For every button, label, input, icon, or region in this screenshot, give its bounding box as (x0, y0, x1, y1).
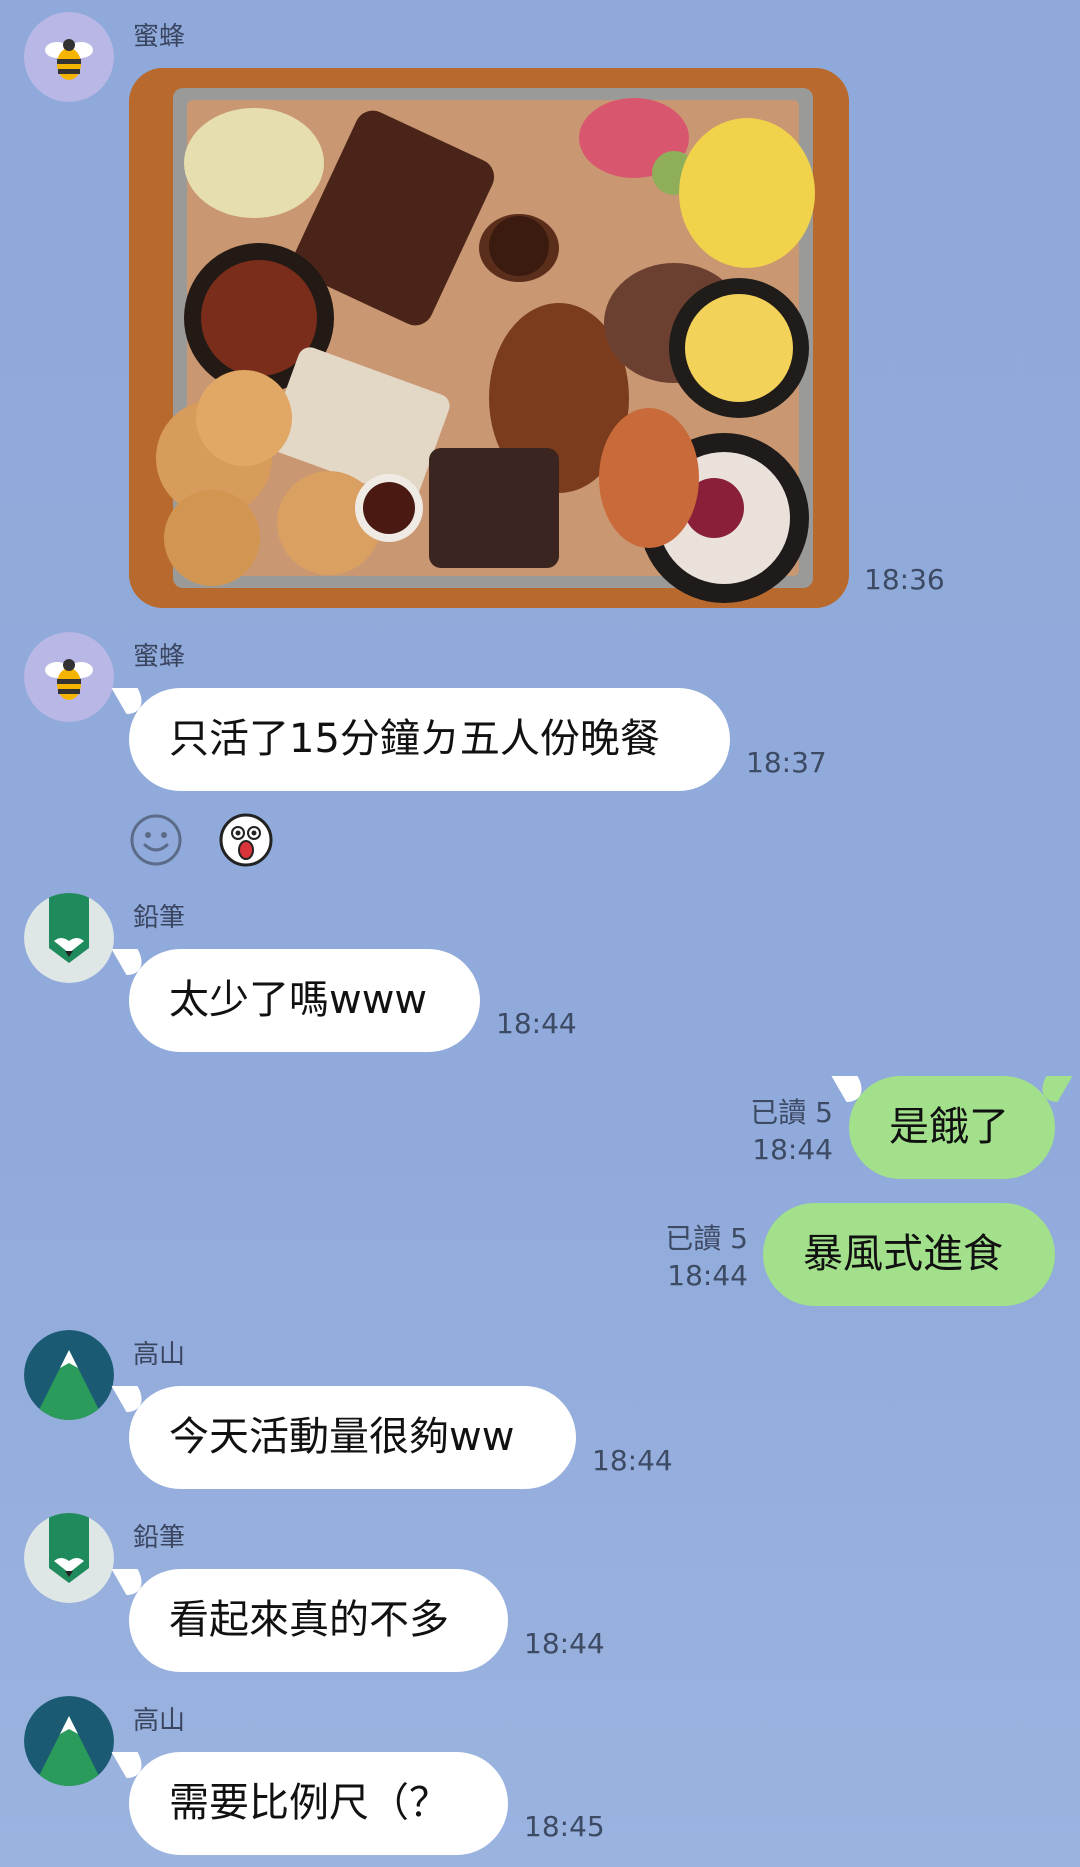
avatar-bee[interactable] (24, 632, 114, 722)
sender-name: 蜜蜂 (133, 22, 186, 52)
sender-name: 高山 (133, 1340, 186, 1370)
message-time: 18:36 (864, 563, 945, 596)
sender-name: 高山 (133, 1706, 186, 1736)
avatar-pencil[interactable] (24, 1513, 114, 1603)
read-status: 已讀 5 18:44 (665, 1220, 748, 1294)
food-photo[interactable] (129, 68, 849, 608)
message-bubble[interactable]: 看起來真的不多 (129, 1569, 508, 1672)
message-text: 看起來真的不多 (169, 1597, 449, 1643)
message-time: 18:44 (524, 1627, 605, 1660)
message-time: 18:37 (746, 746, 827, 779)
smiley-add-icon (130, 814, 182, 866)
message-text: 需要比例尺（？ (169, 1780, 449, 1826)
message-text: 太少了嗎www (169, 977, 428, 1023)
avatar-mountain[interactable] (24, 1696, 114, 1786)
message-text: 暴風式進食 (803, 1231, 1003, 1277)
message-bubble-outgoing[interactable]: 是餓了 (849, 1076, 1055, 1179)
sender-name: 鉛筆 (133, 903, 186, 933)
surprised-face-sticker-icon (219, 813, 273, 867)
pencil-icon (24, 1513, 114, 1603)
reaction-sticker[interactable] (219, 813, 273, 867)
avatar-mountain[interactable] (24, 1330, 114, 1420)
message-time: 18:44 (752, 1133, 833, 1166)
bee-icon (24, 12, 114, 102)
message-bubble[interactable]: 只活了15分鐘ㄉ五人份晚餐 (129, 688, 730, 791)
message-time: 18:44 (667, 1259, 748, 1292)
message-text: 今天活動量很夠ww (169, 1414, 515, 1460)
bee-icon (24, 632, 114, 722)
read-count: 已讀 5 (750, 1096, 833, 1129)
message-text: 只活了15分鐘ㄉ五人份晚餐 (169, 716, 660, 762)
message-time: 18:44 (496, 1007, 577, 1040)
message-bubble[interactable]: 太少了嗎www (129, 949, 480, 1052)
sender-name: 蜜蜂 (133, 642, 186, 672)
message-bubble[interactable]: 需要比例尺（？ (129, 1752, 508, 1855)
sender-name: 鉛筆 (133, 1523, 186, 1553)
read-status: 已讀 5 18:44 (750, 1094, 833, 1168)
message-time: 18:45 (524, 1810, 605, 1843)
avatar-bee[interactable] (24, 12, 114, 102)
read-count: 已讀 5 (665, 1222, 748, 1255)
bbq-platter-image (129, 68, 849, 608)
add-reaction-button[interactable] (129, 813, 183, 867)
message-time: 18:44 (592, 1444, 673, 1477)
pencil-icon (24, 893, 114, 983)
avatar-pencil[interactable] (24, 893, 114, 983)
message-bubble-outgoing[interactable]: 暴風式進食 (763, 1203, 1055, 1306)
mountain-icon (24, 1696, 114, 1786)
message-text: 是餓了 (889, 1104, 1009, 1150)
message-bubble[interactable]: 今天活動量很夠ww (129, 1386, 576, 1489)
mountain-icon (24, 1330, 114, 1420)
